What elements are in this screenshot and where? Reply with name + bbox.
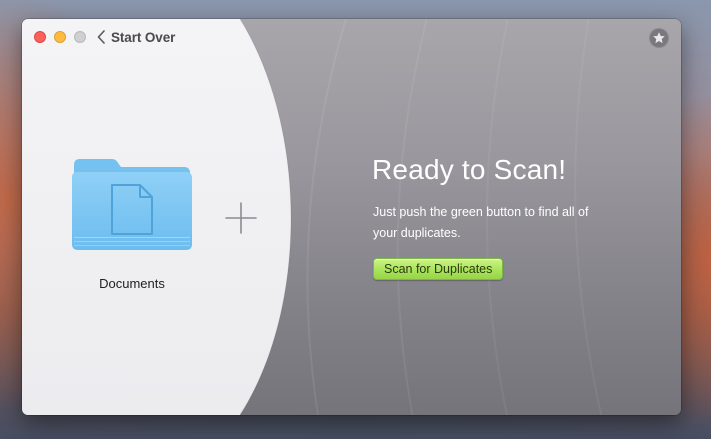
zoom-button[interactable] [74, 31, 86, 43]
plus-icon[interactable] [225, 202, 257, 234]
folder-document-icon[interactable] [70, 155, 194, 255]
star-icon [653, 32, 665, 44]
start-over-button[interactable]: Start Over [97, 28, 175, 46]
favorite-button[interactable] [649, 28, 669, 48]
ready-description: Just push the green button to find all o… [373, 205, 589, 240]
folder-name: Documents [99, 276, 165, 291]
start-over-label: Start Over [111, 29, 176, 45]
scan-for-duplicates-button[interactable]: Scan for Duplicates [373, 258, 504, 280]
close-button[interactable] [34, 31, 46, 43]
app-window: Start Over Documents Ready to Scan! Just [22, 19, 681, 415]
chevron-left-icon [97, 30, 105, 44]
ready-title: Ready to Scan! [372, 154, 567, 185]
minimize-button[interactable] [54, 31, 66, 43]
